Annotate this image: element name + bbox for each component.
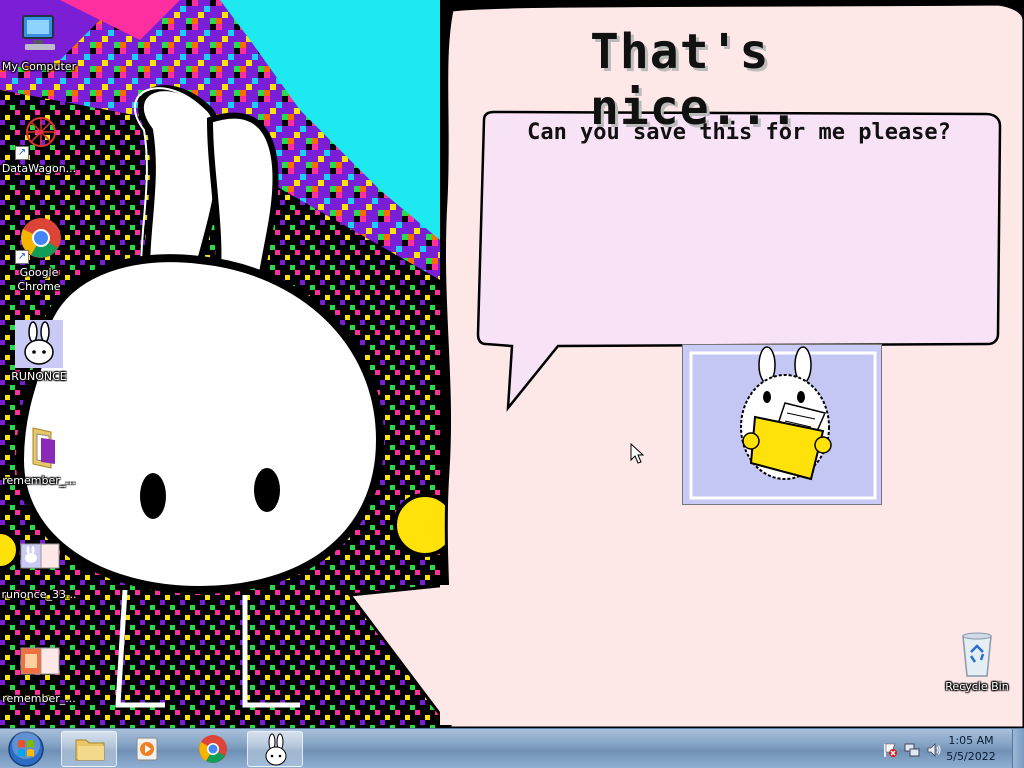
chrome-icon: [199, 735, 227, 763]
desktop-icon-label: runonce_33...: [1, 588, 77, 601]
bunny-folder-icon: [689, 346, 877, 500]
network-web-icon: ↗: [15, 112, 63, 160]
media-player-icon: [136, 737, 158, 761]
image-file-icon: [15, 538, 63, 586]
action-center-flag-icon[interactable]: [882, 742, 898, 758]
recycle-bin-icon: [953, 630, 1001, 678]
taskbar-file-explorer-button[interactable]: [61, 731, 117, 767]
clock-date: 5/5/2022: [946, 750, 996, 763]
desktop-icon-label: DataWagon...: [1, 162, 77, 175]
bunny-app-icon: [265, 733, 287, 766]
mouse-cursor-icon: [630, 443, 645, 464]
desktop-icon-label: My Computer: [1, 60, 77, 73]
desktop-icon-label: remember_...: [2, 692, 76, 705]
bunny-app-icon: [15, 320, 63, 368]
image-file-icon: [15, 642, 63, 690]
windows-start-icon: [8, 731, 44, 767]
desktop-icon-remember-image[interactable]: remember_...: [0, 642, 78, 706]
desktop-icon-label: RUNONCE: [11, 370, 67, 383]
taskbar: 1:05 AM 5/5/2022: [0, 728, 1024, 768]
taskbar-media-player-button[interactable]: [119, 731, 175, 767]
desktop-icon-my-computer[interactable]: My Computer: [0, 10, 78, 74]
desktop-icon-label: Google Chrome: [17, 266, 61, 293]
show-desktop-button[interactable]: [1012, 729, 1024, 768]
taskbar-chrome-button[interactable]: [185, 731, 241, 767]
folder-icon: [75, 739, 105, 761]
shortcut-arrow-icon: ↗: [15, 146, 29, 160]
desktop-icon-google-chrome[interactable]: ↗ Google Chrome: [0, 216, 78, 294]
dialog-panel-tail: [347, 585, 460, 725]
clock-time: 1:05 AM: [948, 734, 994, 747]
shortcut-arrow-icon: ↗: [15, 250, 29, 264]
desktop-icon-label: remember_...: [2, 474, 76, 487]
bunny-holding-folder-image: [682, 344, 882, 505]
taskbar-runonce-button[interactable]: [247, 731, 303, 767]
network-icon[interactable]: [904, 742, 920, 758]
desktop-icon-runonce[interactable]: RUNONCE: [0, 320, 78, 384]
desktop-icon-recycle-bin[interactable]: Recycle Bin: [938, 630, 1016, 694]
desktop-icon-remember-folder[interactable]: remember_...: [0, 424, 78, 488]
computer-icon: [15, 10, 63, 58]
desktop-icon-runonce-image[interactable]: runonce_33...: [0, 538, 78, 602]
folder-icon: [15, 424, 63, 472]
system-tray: 1:05 AM 5/5/2022: [854, 729, 1024, 768]
desktop-icon-datawagon[interactable]: ↗ DataWagon...: [0, 112, 78, 176]
dialog-message: Can you save this for me please?: [527, 120, 951, 145]
desktop-icon-label: Recycle Bin: [945, 680, 1009, 693]
chrome-icon: ↗: [15, 216, 63, 264]
start-button[interactable]: [4, 730, 48, 768]
taskbar-clock[interactable]: 1:05 AM 5/5/2022: [936, 733, 1006, 765]
